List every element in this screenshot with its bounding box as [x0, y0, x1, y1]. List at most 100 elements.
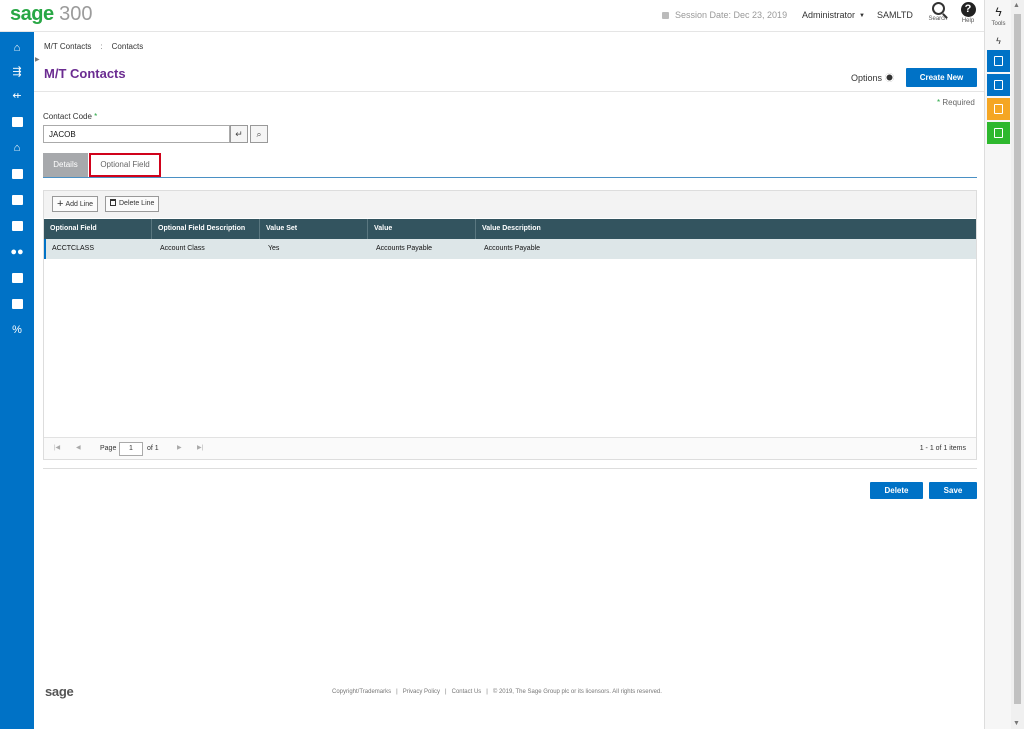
table-cell[interactable]: Accounts Payable: [480, 239, 540, 259]
column-header[interactable]: Optional Field: [44, 219, 152, 239]
help-label: Help: [961, 18, 975, 24]
table-cell[interactable]: ACCTCLASS: [48, 239, 94, 259]
company-name[interactable]: SAMLTD: [877, 10, 913, 20]
required-text: Required: [942, 98, 975, 107]
first-page-icon[interactable]: |◀: [54, 444, 60, 451]
column-header[interactable]: Value: [368, 219, 476, 239]
spreadsheet-tool-icon[interactable]: [987, 122, 1010, 144]
prev-page-icon[interactable]: ◀: [76, 444, 81, 451]
calendar-tool-icon[interactable]: [987, 74, 1010, 96]
report-icon[interactable]: [9, 296, 25, 312]
orders-icon[interactable]: [9, 270, 25, 286]
finder-search-icon[interactable]: ⌕: [250, 125, 268, 143]
optional-field-grid: + Add Line Delete Line Optional Field Opt…: [43, 190, 977, 460]
scroll-down-icon[interactable]: ▼: [1013, 720, 1020, 727]
page-scrollbar[interactable]: ▲ ▼: [1011, 0, 1024, 729]
column-header[interactable]: Optional Field Description: [152, 219, 260, 239]
table-row[interactable]: ACCTCLASS Account Class Yes Accounts Pay…: [44, 239, 976, 259]
options-label: Options: [851, 73, 883, 83]
bolt-small-icon[interactable]: ϟ: [985, 36, 1012, 46]
footer-link-contact[interactable]: Contact Us: [452, 689, 482, 695]
breadcrumb: M/T Contacts: Contacts: [44, 42, 143, 51]
page-label: Page: [100, 445, 117, 452]
footer-links: Copyright/Trademarks | Privacy Policy | Cont…: [332, 689, 662, 695]
column-header[interactable]: Value Description: [476, 219, 976, 239]
users-icon[interactable]: ●●: [9, 244, 25, 260]
logo-brand: sage: [10, 3, 54, 25]
tab-optional-field[interactable]: Optional Field: [89, 153, 161, 177]
bolt-icon: ϟ: [995, 5, 1002, 19]
bank-icon[interactable]: ⌂: [9, 140, 25, 156]
session-date-text: Session Date: Dec 23, 2019: [675, 10, 788, 20]
contact-code-label: Contact Code *: [43, 112, 98, 121]
next-page-icon[interactable]: ▶: [177, 444, 182, 451]
footer-logo: sage: [45, 684, 74, 699]
left-nav: ⌂ ⇶ ⇷ ⌂ ●● %: [0, 32, 34, 729]
scroll-up-icon[interactable]: ▲: [1013, 2, 1020, 9]
document-tool-icon[interactable]: [987, 98, 1010, 120]
window-tool-icon[interactable]: [987, 50, 1010, 72]
save-button[interactable]: Save: [929, 482, 977, 499]
contact-code-label-text: Contact Code: [43, 112, 92, 121]
user-menu[interactable]: Administrator ▼: [802, 10, 865, 20]
grid-pager: |◀ ◀ Page 1 of 1 ▶ ▶| 1 - 1 of 1 items: [44, 437, 976, 459]
session-date: Session Date: Dec 23, 2019: [662, 10, 787, 20]
search-button[interactable]: Search: [926, 2, 950, 22]
inventory-icon[interactable]: [9, 218, 25, 234]
caret-down-icon: ▼: [859, 13, 865, 19]
expand-arrow-icon[interactable]: ▶: [35, 56, 40, 63]
page-number-input[interactable]: 1: [119, 442, 143, 456]
divider: [34, 91, 984, 92]
delete-button[interactable]: Delete: [870, 482, 923, 499]
footer-link-copyright[interactable]: Copyright/Trademarks: [332, 689, 391, 695]
footer-copyright-text: © 2019, The Sage Group plc or its licens…: [492, 689, 662, 695]
breadcrumb-parent[interactable]: M/T Contacts: [44, 42, 91, 51]
tab-details[interactable]: Details: [43, 153, 88, 177]
page-of-label: of 1: [147, 445, 159, 452]
required-note: * Required: [937, 98, 975, 107]
create-new-button[interactable]: Create New: [906, 68, 977, 87]
folder-icon[interactable]: [9, 192, 25, 208]
add-line-label: Add Line: [65, 201, 94, 208]
delete-line-label: Delete Line: [119, 200, 155, 207]
last-page-icon[interactable]: ▶|: [197, 444, 203, 451]
breadcrumb-separator: :: [100, 42, 103, 51]
grid-header: Optional Field Optional Field Descriptio…: [44, 219, 976, 239]
item-count: 1 - 1 of 1 items: [919, 445, 966, 452]
tools-label: Tools: [991, 21, 1006, 27]
table-cell[interactable]: Accounts Payable: [372, 239, 432, 259]
lock-icon: [662, 12, 669, 19]
tools-panel: ϟ Tools ϟ: [984, 0, 1011, 729]
options-menu[interactable]: Options: [851, 73, 895, 83]
tools-button[interactable]: ϟ Tools: [985, 3, 1012, 27]
table-cell[interactable]: Yes: [264, 239, 279, 259]
column-header[interactable]: Value Set: [260, 219, 368, 239]
plus-icon: +: [57, 198, 64, 210]
receivables-icon[interactable]: ⇷: [9, 88, 25, 104]
briefcase-icon[interactable]: [9, 166, 25, 182]
help-button[interactable]: ? Help: [956, 2, 980, 24]
payables-icon[interactable]: ⇶: [9, 64, 25, 80]
sage-logo[interactable]: sage 300: [10, 3, 93, 26]
percent-icon[interactable]: %: [9, 322, 25, 338]
divider: [43, 468, 977, 469]
top-header: sage 300 Session Date: Dec 23, 2019 Admi…: [0, 0, 984, 32]
search-icon: [931, 2, 945, 15]
user-name: Administrator: [802, 10, 856, 20]
lock-nav-icon[interactable]: [9, 114, 25, 130]
scroll-thumb[interactable]: [1014, 14, 1021, 704]
page-title: M/T Contacts: [44, 66, 126, 81]
gear-icon: [885, 73, 895, 82]
add-line-button[interactable]: + Add Line: [52, 196, 99, 212]
help-icon: ?: [960, 2, 976, 17]
table-cell[interactable]: Account Class: [156, 239, 205, 259]
contact-code-input[interactable]: [43, 125, 230, 143]
grid-toolbar: + Add Line Delete Line: [44, 191, 976, 218]
tab-underline: [43, 177, 977, 178]
logo-version: 300: [59, 3, 93, 25]
home-icon[interactable]: ⌂: [9, 40, 25, 56]
enter-key-icon[interactable]: ↵: [230, 125, 248, 143]
breadcrumb-current: Contacts: [111, 42, 144, 51]
footer-link-privacy[interactable]: Privacy Policy: [403, 689, 440, 695]
delete-line-button[interactable]: Delete Line: [105, 196, 160, 212]
